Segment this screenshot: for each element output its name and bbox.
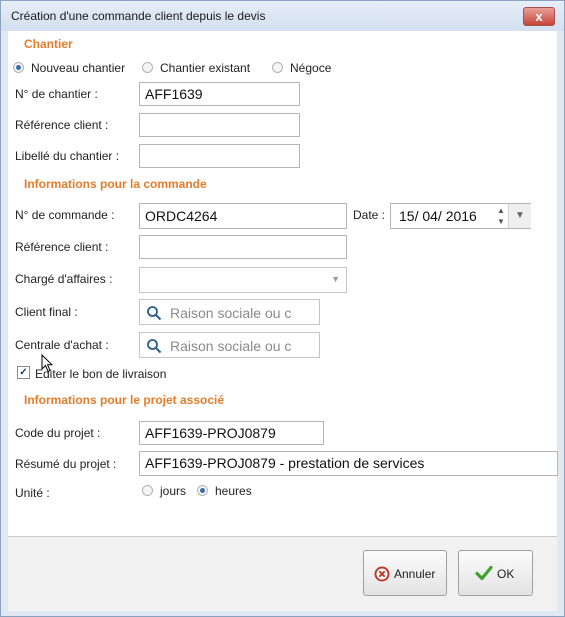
centrale-achat-placeholder: Raison sociale ou c <box>170 338 292 354</box>
libelle-chantier-field[interactable] <box>139 144 300 168</box>
reference-client-chantier-field[interactable] <box>139 113 300 137</box>
section-title-commande: Informations pour la commande <box>24 177 207 191</box>
checkmark-icon <box>475 565 493 581</box>
window-title: Création d'une commande client depuis le… <box>11 9 266 23</box>
search-icon <box>147 306 162 321</box>
section-title-projet: Informations pour le projet associé <box>24 393 225 407</box>
chevron-down-icon: ▼ <box>515 210 525 221</box>
radio-heures[interactable]: heures <box>197 483 252 498</box>
label-code-projet: Code du projet : <box>15 426 101 440</box>
close-button[interactable]: x <box>523 7 555 26</box>
label-reference-client-chantier: Référence client : <box>15 118 109 132</box>
section-title-chantier: Chantier <box>24 37 73 51</box>
editer-bon-livraison-checkbox[interactable]: ✓ <box>17 366 30 379</box>
label-numero-commande: N° de commande : <box>15 208 115 222</box>
radio-indicator[interactable] <box>142 62 153 74</box>
spin-up-icon[interactable]: ▲ <box>495 205 507 216</box>
dialog-window: Création d'une commande client depuis le… <box>0 0 565 617</box>
radio-indicator[interactable] <box>13 62 24 74</box>
label-client-final: Client final : <box>15 305 78 319</box>
radio-indicator[interactable] <box>197 485 208 497</box>
radio-jours[interactable]: jours <box>142 483 186 498</box>
reference-client-commande-field[interactable] <box>139 235 347 259</box>
label-date: Date : <box>353 208 386 222</box>
cancel-icon <box>374 566 390 582</box>
mouse-pointer-icon <box>41 354 53 373</box>
label-centrale-achat: Centrale d'achat : <box>15 338 109 352</box>
label-editer-bon-livraison: Editer le bon de livraison <box>35 367 167 381</box>
title-bar[interactable]: Création d'une commande client depuis le… <box>1 1 564 31</box>
numero-commande-field[interactable]: ORDC4264 <box>139 203 347 229</box>
radio-nouveau-chantier[interactable]: Nouveau chantier <box>13 60 125 75</box>
centrale-achat-search[interactable]: Raison sociale ou c <box>139 332 320 358</box>
search-icon <box>147 339 162 354</box>
radio-chantier-existant[interactable]: Chantier existant <box>142 60 250 75</box>
ok-button[interactable]: OK <box>458 550 533 596</box>
checkmark-icon: ✓ <box>19 367 28 378</box>
date-value[interactable]: 15/ 04/ 2016 <box>399 208 477 224</box>
ok-label: OK <box>497 567 515 581</box>
label-libelle-chantier: Libellé du chantier : <box>15 149 120 163</box>
resume-projet-field[interactable]: AFF1639-PROJ0879 - prestation de service… <box>139 451 558 476</box>
radio-indicator[interactable] <box>142 485 153 497</box>
charge-affaires-select[interactable]: ▼ <box>139 267 347 293</box>
radio-negoce[interactable]: Négoce <box>272 60 331 75</box>
label-reference-client-commande: Référence client : <box>15 240 109 254</box>
numero-chantier-field[interactable]: AFF1639 <box>139 82 300 106</box>
label-unite: Unité : <box>15 486 50 500</box>
chevron-down-icon: ▼ <box>331 274 340 284</box>
client-final-search[interactable]: Raison sociale ou c <box>139 299 320 325</box>
label-resume-projet: Résumé du projet : <box>15 457 117 471</box>
label-charge-affaires: Chargé d'affaires : <box>15 272 113 286</box>
cancel-button[interactable]: Annuler <box>363 550 447 596</box>
label-numero-chantier: N° de chantier : <box>15 87 98 101</box>
client-final-placeholder: Raison sociale ou c <box>170 305 292 321</box>
code-projet-field[interactable]: AFF1639-PROJ0879 <box>139 421 324 445</box>
radio-indicator[interactable] <box>272 62 283 74</box>
date-dropdown-button[interactable]: ▼ <box>508 204 531 228</box>
spin-down-icon[interactable]: ▼ <box>495 216 507 227</box>
date-spinner[interactable]: ▲ ▼ <box>495 205 507 227</box>
date-picker[interactable]: 15/ 04/ 2016 ▲ ▼ ▼ <box>390 203 531 229</box>
cancel-label: Annuler <box>394 567 436 581</box>
